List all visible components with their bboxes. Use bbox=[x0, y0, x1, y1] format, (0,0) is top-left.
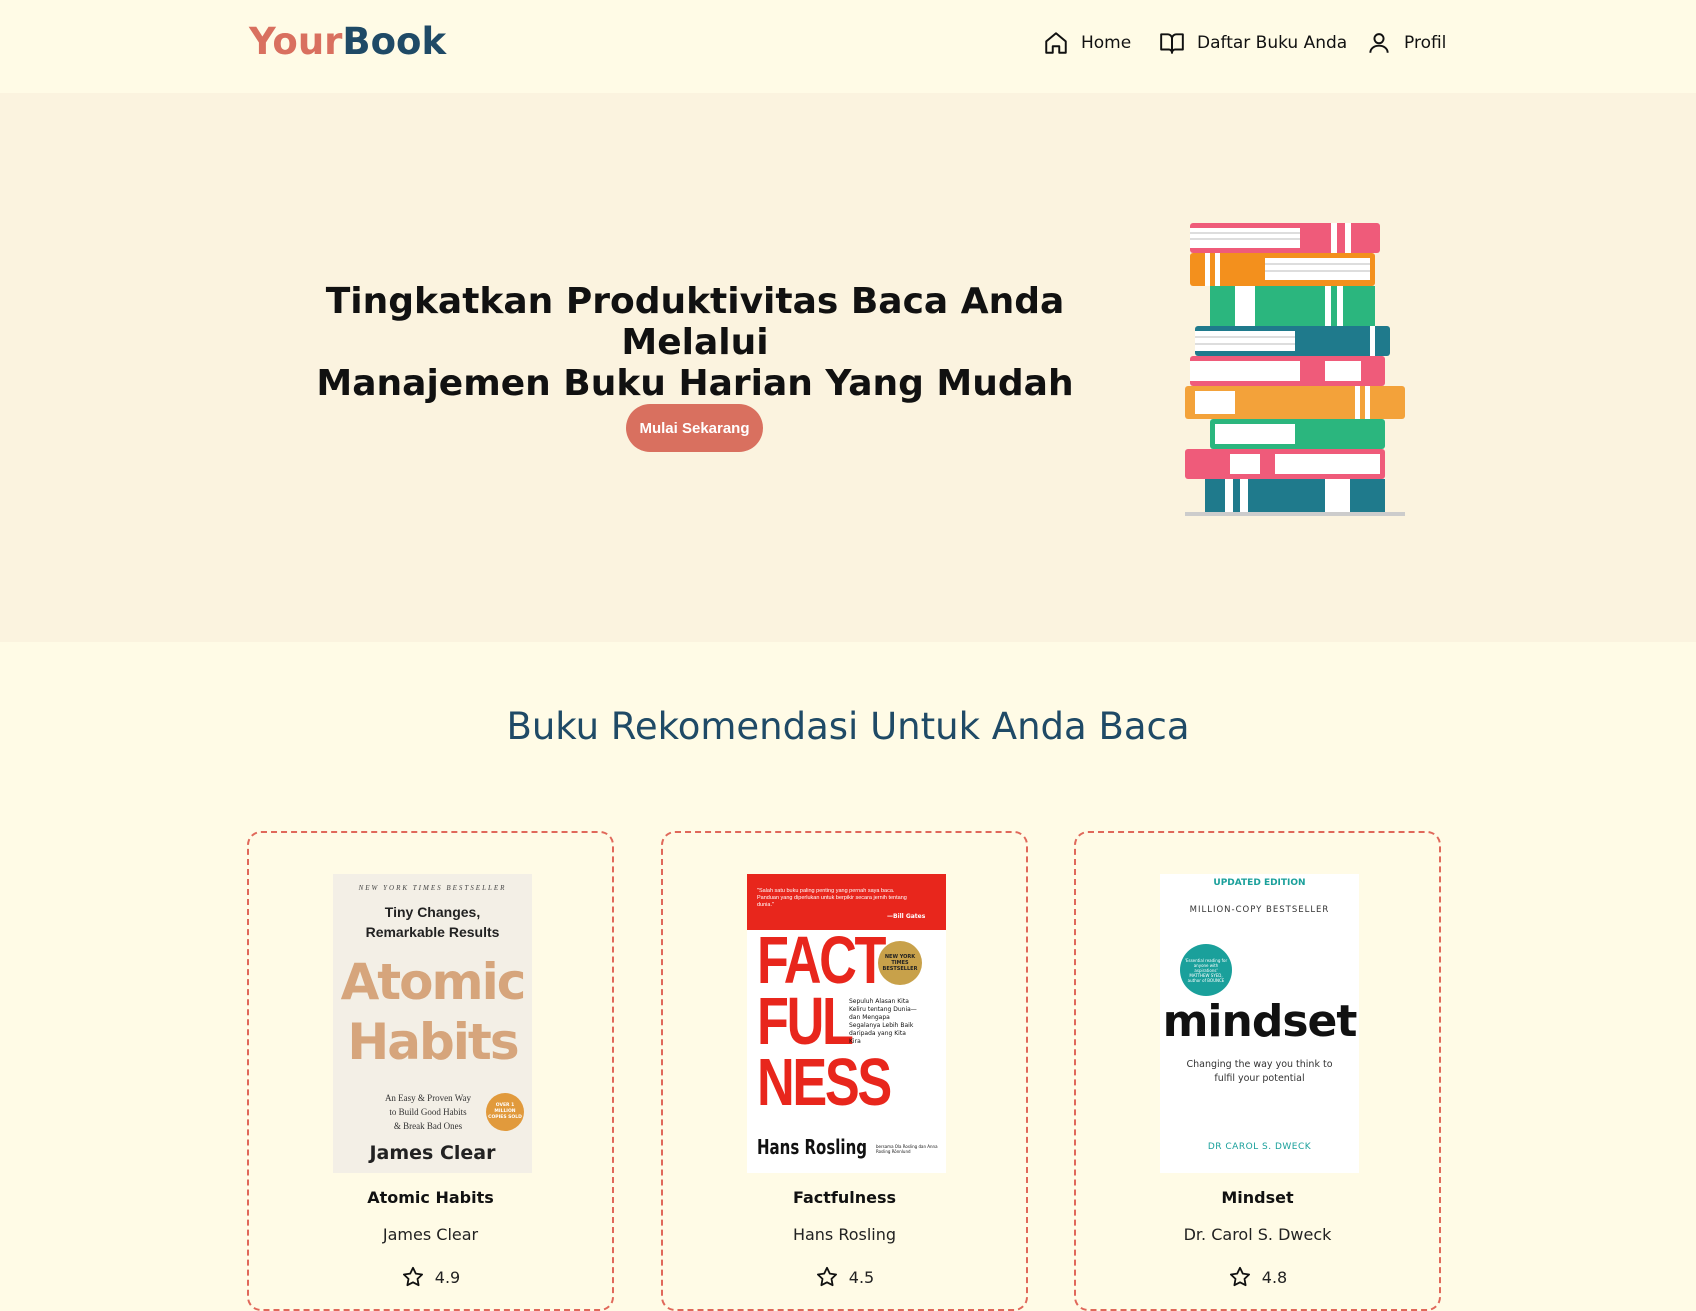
hero-title: Tingkatkan Produktivitas Baca Anda Melal… bbox=[260, 281, 1130, 404]
cover-quote-by: —Bill Gates bbox=[887, 913, 926, 920]
user-icon bbox=[1369, 33, 1389, 53]
cover-bestseller: MILLION-COPY BESTSELLER bbox=[1189, 905, 1330, 915]
cover-top-text: NEW YORK TIMES BESTSELLER bbox=[358, 884, 507, 892]
cover-word-habits: Habits bbox=[347, 1013, 519, 1071]
hero-section: Tingkatkan Produktivitas Baca Anda Melal… bbox=[0, 93, 1696, 642]
book-title: Factfulness bbox=[792, 1188, 897, 1207]
book-card-factfulness[interactable]: "Salah satu buku paling penting yang per… bbox=[661, 831, 1028, 1311]
cover-tag-1: Changing the way you think to bbox=[1186, 1059, 1333, 1070]
nav-daftar-buku-label: Daftar Buku Anda bbox=[1197, 33, 1348, 53]
book-author: Dr. Carol S. Dweck bbox=[1183, 1225, 1332, 1244]
book-card-mindset[interactable]: UPDATED EDITION MILLION-COPY BESTSELLER … bbox=[1074, 831, 1441, 1311]
home-icon bbox=[1045, 32, 1067, 54]
nav-home[interactable]: Home bbox=[1043, 28, 1131, 58]
cover-sales-badge: OVER 1 MILLION COPIES SOLD bbox=[486, 1093, 524, 1131]
book-cover-atomic-habits[interactable]: NEW YORK TIMES BESTSELLER Tiny Changes, … bbox=[333, 874, 532, 1173]
rating-value: 4.9 bbox=[434, 1267, 461, 1287]
book-card-atomic-habits[interactable]: NEW YORK TIMES BESTSELLER Tiny Changes, … bbox=[247, 831, 614, 1311]
nav-daftar-buku[interactable]: Daftar Buku Anda bbox=[1159, 28, 1347, 58]
book-title: Atomic Habits bbox=[367, 1188, 494, 1207]
cover-description: Sepuluh Alasan Kita Keliru tentang Dunia… bbox=[849, 998, 917, 1045]
rating-value: 4.8 bbox=[1261, 1267, 1288, 1287]
nav-home-label: Home bbox=[1081, 33, 1132, 53]
cover-tag-2: fulfil your potential bbox=[1214, 1073, 1305, 1084]
book-cover-factfulness[interactable]: "Salah satu buku paling penting yang per… bbox=[747, 874, 946, 1173]
brand-part1: Your bbox=[249, 20, 343, 63]
book-cover-mindset[interactable]: UPDATED EDITION MILLION-COPY BESTSELLER … bbox=[1160, 874, 1359, 1173]
star-icon bbox=[1229, 1266, 1250, 1287]
rating-value: 4.5 bbox=[848, 1267, 875, 1287]
cover-edition: UPDATED EDITION bbox=[1213, 878, 1306, 888]
brand-part2: Book bbox=[342, 20, 447, 63]
brand-logo[interactable]: YourBook bbox=[249, 20, 446, 63]
navbar: YourBook Home Daftar Buku Anda Profil bbox=[0, 0, 1696, 93]
cover-author: Hans Rosling bbox=[757, 1135, 867, 1159]
book-open-icon bbox=[1160, 33, 1184, 54]
cover-bestseller-badge: NEW YORK TIMES BESTSELLER bbox=[878, 941, 922, 985]
book-author: Hans Rosling bbox=[792, 1225, 897, 1244]
cover-subtitle-2: Remarkable Results bbox=[365, 924, 500, 940]
book-rating: 4.9 bbox=[249, 1265, 612, 1289]
hero-title-line2: Manajemen Buku Harian Yang Mudah bbox=[316, 363, 1074, 404]
book-stack-illustration bbox=[1185, 223, 1405, 516]
cover-author: DR CAROL S. DWECK bbox=[1207, 1142, 1312, 1152]
book-rating: 4.5 bbox=[663, 1265, 1026, 1289]
nav-profil[interactable]: Profil bbox=[1366, 28, 1446, 58]
nav-profil-label: Profil bbox=[1404, 33, 1447, 53]
cover-ness: NESS bbox=[757, 1045, 892, 1120]
cover-tag-1: An Easy & Proven Way bbox=[384, 1093, 472, 1103]
cover-fact: FACT bbox=[757, 923, 886, 998]
cover-author: James Clear bbox=[369, 1142, 496, 1164]
cover-word-atomic: Atomic bbox=[340, 953, 527, 1011]
cover-quote: "Salah satu buku paling penting yang per… bbox=[757, 888, 907, 908]
start-now-button[interactable]: Mulai Sekarang bbox=[626, 404, 763, 452]
star-icon bbox=[816, 1266, 837, 1287]
cover-coauthors: bersama Ola Rosling dan Anna Rosling Rön… bbox=[876, 1144, 938, 1154]
hero-title-line1: Tingkatkan Produktivitas Baca Anda Melal… bbox=[325, 281, 1065, 363]
star-icon bbox=[402, 1266, 423, 1287]
cover-mindset: mindset bbox=[1162, 996, 1358, 1047]
book-rating: 4.8 bbox=[1076, 1265, 1439, 1289]
cover-tag-2: to Build Good Habits bbox=[389, 1107, 467, 1117]
cover-subtitle-1: Tiny Changes, bbox=[384, 904, 481, 920]
book-title: Mindset bbox=[1221, 1188, 1294, 1207]
book-author: James Clear bbox=[382, 1225, 479, 1244]
cover-review-badge: 'Essential reading for anyone with aspir… bbox=[1180, 944, 1232, 996]
recommend-title: Buku Rekomendasi Untuk Anda Baca bbox=[506, 705, 1190, 748]
cover-tag-3: & Break Bad Ones bbox=[393, 1121, 463, 1131]
